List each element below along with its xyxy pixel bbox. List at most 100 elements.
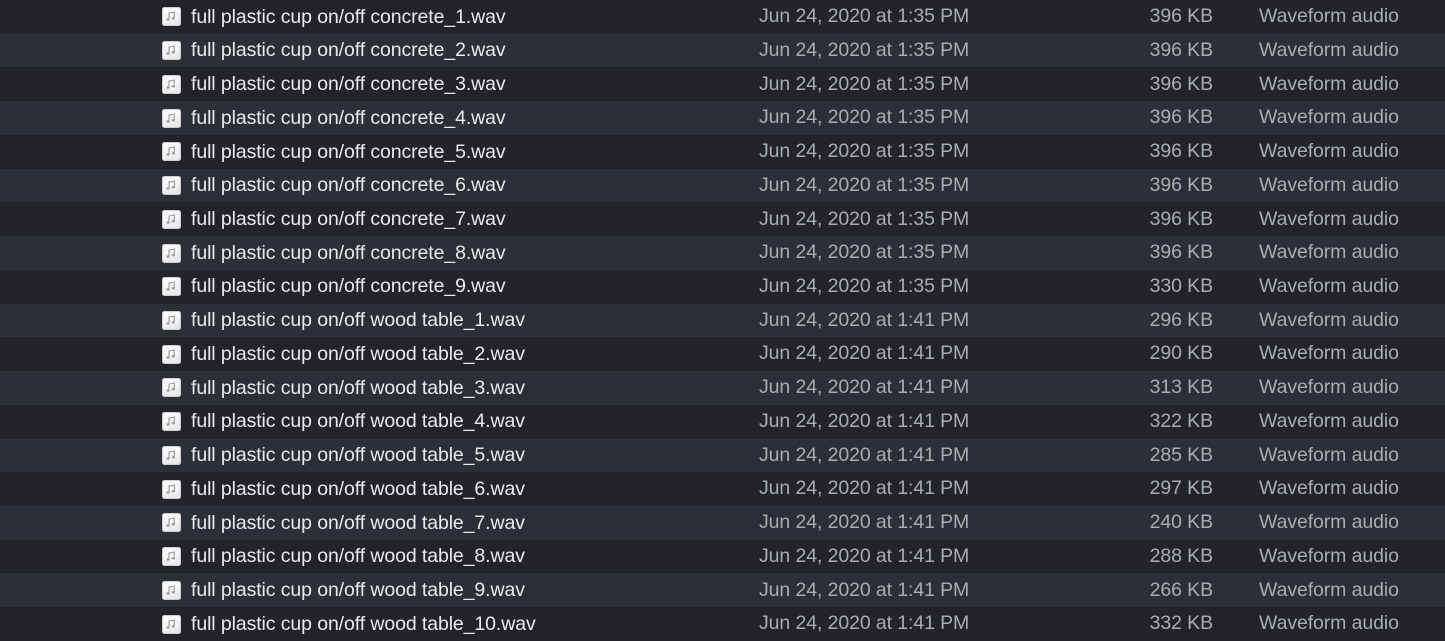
- file-kind-cell: Waveform audio: [1259, 241, 1399, 264]
- table-row[interactable]: full plastic cup on/off wood table_9.wav…: [0, 573, 1445, 608]
- file-kind-cell: Waveform audio: [1259, 5, 1399, 28]
- file-kind-cell: Waveform audio: [1259, 173, 1399, 196]
- file-size-cell: 332 KB: [1149, 612, 1213, 635]
- table-row[interactable]: full plastic cup on/off wood table_1.wav…: [0, 303, 1445, 338]
- file-name-label: full plastic cup on/off concrete_7.wav: [191, 208, 506, 231]
- table-row[interactable]: full plastic cup on/off wood table_4.wav…: [0, 404, 1445, 439]
- file-name-cell[interactable]: full plastic cup on/off wood table_6.wav: [162, 472, 525, 506]
- table-row[interactable]: full plastic cup on/off concrete_8.wav J…: [0, 236, 1445, 270]
- file-kind-cell: Waveform audio: [1259, 612, 1399, 635]
- file-size-cell: 396 KB: [1149, 207, 1213, 230]
- table-row[interactable]: full plastic cup on/off wood table_10.wa…: [0, 607, 1445, 641]
- table-row[interactable]: full plastic cup on/off wood table_3.wav…: [0, 371, 1445, 405]
- date-modified-cell: Jun 24, 2020 at 1:41 PM: [759, 308, 970, 331]
- file-name-cell[interactable]: full plastic cup on/off wood table_9.wav: [162, 573, 525, 607]
- date-modified-cell: Jun 24, 2020 at 1:35 PM: [759, 207, 970, 230]
- file-name-cell[interactable]: full plastic cup on/off concrete_1.wav: [162, 0, 506, 34]
- table-row[interactable]: full plastic cup on/off wood table_2.wav…: [0, 337, 1445, 372]
- table-row[interactable]: full plastic cup on/off concrete_1.wav J…: [0, 0, 1445, 34]
- table-row[interactable]: full plastic cup on/off wood table_8.wav…: [0, 539, 1445, 574]
- file-name-cell[interactable]: full plastic cup on/off concrete_3.wav: [162, 67, 506, 101]
- date-modified-cell: Jun 24, 2020 at 1:35 PM: [759, 106, 970, 129]
- table-row[interactable]: full plastic cup on/off concrete_9.wav J…: [0, 269, 1445, 304]
- date-modified-cell: Jun 24, 2020 at 1:35 PM: [759, 173, 970, 196]
- date-modified-cell: Jun 24, 2020 at 1:41 PM: [759, 578, 970, 601]
- file-size-cell: 396 KB: [1149, 173, 1213, 196]
- file-list[interactable]: full plastic cup on/off concrete_1.wav J…: [0, 0, 1445, 641]
- table-row[interactable]: full plastic cup on/off wood table_6.wav…: [0, 472, 1445, 507]
- file-size-cell: 330 KB: [1149, 274, 1213, 297]
- file-kind-cell: Waveform audio: [1259, 409, 1399, 432]
- file-size-cell: 296 KB: [1149, 308, 1213, 331]
- music-note-file-icon: [162, 41, 181, 61]
- file-size-cell: 396 KB: [1149, 241, 1213, 264]
- file-name-cell[interactable]: full plastic cup on/off wood table_5.wav: [162, 439, 525, 473]
- table-row[interactable]: full plastic cup on/off concrete_7.wav J…: [0, 202, 1445, 237]
- file-name-label: full plastic cup on/off wood table_6.wav: [191, 477, 525, 500]
- date-modified-cell: Jun 24, 2020 at 1:41 PM: [759, 612, 970, 635]
- table-row[interactable]: full plastic cup on/off concrete_2.wav J…: [0, 33, 1445, 68]
- file-size-cell: 288 KB: [1149, 544, 1213, 567]
- file-name-cell[interactable]: full plastic cup on/off wood table_10.wa…: [162, 607, 536, 641]
- music-note-file-icon: [162, 614, 181, 634]
- date-modified-cell: Jun 24, 2020 at 1:41 PM: [759, 544, 970, 567]
- date-modified-cell: Jun 24, 2020 at 1:35 PM: [759, 241, 970, 264]
- date-modified-cell: Jun 24, 2020 at 1:35 PM: [759, 140, 970, 163]
- music-note-file-icon: [162, 277, 181, 297]
- file-name-label: full plastic cup on/off concrete_8.wav: [191, 241, 506, 264]
- table-row[interactable]: full plastic cup on/off wood table_5.wav…: [0, 438, 1445, 473]
- file-name-cell[interactable]: full plastic cup on/off wood table_7.wav: [162, 506, 525, 540]
- table-row[interactable]: full plastic cup on/off concrete_3.wav J…: [0, 67, 1445, 102]
- file-name-label: full plastic cup on/off wood table_4.wav: [191, 410, 525, 433]
- file-name-label: full plastic cup on/off wood table_1.wav: [191, 309, 525, 332]
- file-name-cell[interactable]: full plastic cup on/off concrete_5.wav: [162, 135, 506, 169]
- file-name-label: full plastic cup on/off wood table_10.wa…: [191, 612, 536, 635]
- file-size-cell: 297 KB: [1149, 477, 1213, 500]
- file-name-cell[interactable]: full plastic cup on/off concrete_6.wav: [162, 169, 506, 203]
- file-name-label: full plastic cup on/off wood table_7.wav: [191, 511, 525, 534]
- file-kind-cell: Waveform audio: [1259, 544, 1399, 567]
- file-size-cell: 396 KB: [1149, 5, 1213, 28]
- date-modified-cell: Jun 24, 2020 at 1:41 PM: [759, 443, 970, 466]
- file-kind-cell: Waveform audio: [1259, 443, 1399, 466]
- file-name-cell[interactable]: full plastic cup on/off wood table_1.wav: [162, 304, 525, 338]
- music-note-file-icon: [162, 108, 181, 128]
- file-size-cell: 396 KB: [1149, 106, 1213, 129]
- file-name-cell[interactable]: full plastic cup on/off wood table_8.wav: [162, 540, 525, 574]
- date-modified-cell: Jun 24, 2020 at 1:41 PM: [759, 376, 970, 399]
- file-kind-cell: Waveform audio: [1259, 72, 1399, 95]
- file-kind-cell: Waveform audio: [1259, 207, 1399, 230]
- date-modified-cell: Jun 24, 2020 at 1:41 PM: [759, 409, 970, 432]
- music-note-file-icon: [162, 445, 181, 465]
- file-name-cell[interactable]: full plastic cup on/off wood table_2.wav: [162, 337, 525, 371]
- date-modified-cell: Jun 24, 2020 at 1:41 PM: [759, 477, 970, 500]
- file-kind-cell: Waveform audio: [1259, 140, 1399, 163]
- file-kind-cell: Waveform audio: [1259, 274, 1399, 297]
- music-note-file-icon: [162, 547, 181, 567]
- file-name-cell[interactable]: full plastic cup on/off concrete_2.wav: [162, 34, 506, 68]
- music-note-file-icon: [162, 412, 181, 432]
- file-name-cell[interactable]: full plastic cup on/off concrete_7.wav: [162, 202, 506, 236]
- date-modified-cell: Jun 24, 2020 at 1:35 PM: [759, 274, 970, 297]
- file-name-label: full plastic cup on/off concrete_5.wav: [191, 140, 506, 163]
- table-row[interactable]: full plastic cup on/off concrete_5.wav J…: [0, 134, 1445, 169]
- file-size-cell: 313 KB: [1149, 376, 1213, 399]
- file-name-label: full plastic cup on/off wood table_9.wav: [191, 579, 525, 602]
- file-name-cell[interactable]: full plastic cup on/off concrete_4.wav: [162, 101, 506, 135]
- file-kind-cell: Waveform audio: [1259, 38, 1399, 61]
- date-modified-cell: Jun 24, 2020 at 1:41 PM: [759, 342, 970, 365]
- table-row[interactable]: full plastic cup on/off wood table_7.wav…: [0, 506, 1445, 540]
- music-note-file-icon: [162, 513, 181, 533]
- date-modified-cell: Jun 24, 2020 at 1:41 PM: [759, 511, 970, 534]
- file-name-label: full plastic cup on/off wood table_5.wav: [191, 444, 525, 467]
- table-row[interactable]: full plastic cup on/off concrete_6.wav J…: [0, 168, 1445, 203]
- file-name-cell[interactable]: full plastic cup on/off concrete_9.wav: [162, 270, 506, 304]
- file-name-cell[interactable]: full plastic cup on/off wood table_3.wav: [162, 371, 525, 405]
- music-note-file-icon: [162, 378, 181, 398]
- file-name-cell[interactable]: full plastic cup on/off concrete_8.wav: [162, 236, 506, 270]
- file-name-cell[interactable]: full plastic cup on/off wood table_4.wav: [162, 405, 525, 439]
- table-row[interactable]: full plastic cup on/off concrete_4.wav J…: [0, 101, 1445, 135]
- music-note-file-icon: [162, 344, 181, 364]
- file-name-label: full plastic cup on/off concrete_4.wav: [191, 106, 506, 129]
- file-kind-cell: Waveform audio: [1259, 511, 1399, 534]
